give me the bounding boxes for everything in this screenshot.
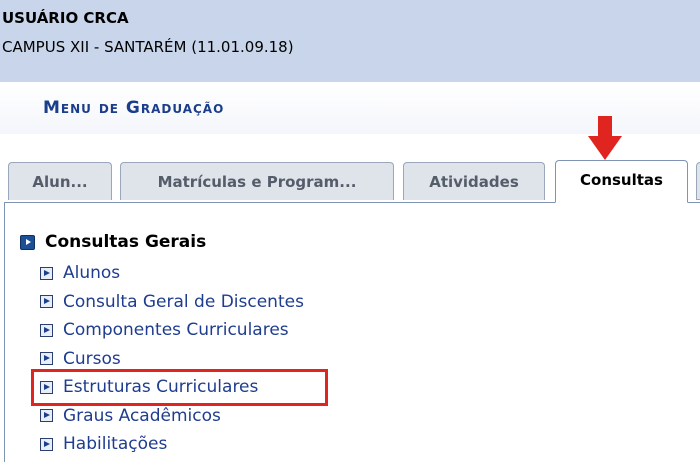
down-arrow-icon xyxy=(588,116,622,160)
list-item-label[interactable]: Cursos xyxy=(63,349,121,369)
blue-square-arrow-icon xyxy=(20,234,35,250)
list-item-label[interactable]: Habilitações xyxy=(63,434,167,454)
list-item-label[interactable]: Graus Acadêmicos xyxy=(63,406,221,426)
play-square-icon xyxy=(40,437,53,451)
play-square-icon xyxy=(40,352,53,366)
list-item-alunos[interactable]: Alunos xyxy=(40,259,304,288)
list-item-componentes-curriculares[interactable]: Componentes Curriculares xyxy=(40,316,304,345)
play-square-icon xyxy=(40,295,53,309)
menu-title: Menu de Graduação xyxy=(43,98,225,118)
consultas-list: Alunos Consulta Geral de Discentes Compo… xyxy=(40,259,304,459)
tab-atividades[interactable]: Atividades xyxy=(403,162,545,200)
list-item-consulta-geral-discentes[interactable]: Consulta Geral de Discentes xyxy=(40,288,304,317)
user-header: USUÁRIO CRCA CAMPUS XII - SANTARÉM (11.0… xyxy=(0,0,700,82)
tab-bar: Alun... Matrículas e Program... Atividad… xyxy=(0,160,700,203)
play-square-icon xyxy=(40,266,53,280)
section-title: Consultas Gerais xyxy=(45,232,207,252)
list-item-label[interactable]: Componentes Curriculares xyxy=(63,320,289,340)
user-name: USUÁRIO CRCA xyxy=(2,9,129,27)
section-consultas-gerais: Consultas Gerais xyxy=(20,232,206,252)
tab-alunos[interactable]: Alun... xyxy=(8,162,112,200)
list-item-label[interactable]: Consulta Geral de Discentes xyxy=(63,292,304,312)
list-item-habilitacoes[interactable]: Habilitações xyxy=(40,430,304,459)
tab-matriculas[interactable]: Matrículas e Program... xyxy=(120,162,394,200)
tab-consultas[interactable]: Consultas xyxy=(555,160,688,203)
tab-next-partial[interactable] xyxy=(696,162,700,200)
play-square-icon xyxy=(40,323,53,337)
campus-label: CAMPUS XII - SANTARÉM (11.01.09.18) xyxy=(2,38,294,56)
play-square-icon xyxy=(40,409,53,423)
list-item-label[interactable]: Alunos xyxy=(63,263,120,283)
highlight-box xyxy=(31,369,328,406)
